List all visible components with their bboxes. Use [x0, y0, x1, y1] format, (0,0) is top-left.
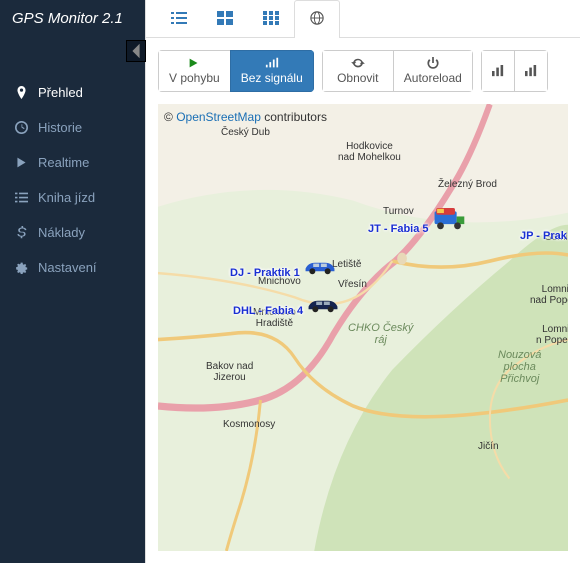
nav-history[interactable]: Historie [0, 110, 145, 145]
car-icon [306, 296, 340, 314]
vehicle-marker[interactable]: DHL - Fabia 4 [233, 294, 340, 317]
bar-chart-icon [491, 65, 505, 77]
pin-icon [14, 86, 28, 99]
power-icon [426, 57, 440, 69]
app-title: GPS Monitor 2.1 [0, 0, 145, 41]
autoreload-button[interactable]: Autoreload [393, 50, 473, 92]
main: V pohybu Bez signálu Obnovit Autoreload [145, 0, 580, 563]
filter-group: V pohybu Bez signálu [158, 50, 314, 92]
tab-grid-large[interactable] [202, 0, 248, 38]
nav-label: Historie [38, 120, 82, 135]
tab-grid-small[interactable] [248, 0, 294, 38]
refresh-group: Obnovit Autoreload [322, 50, 473, 92]
grid-small-icon [263, 11, 279, 25]
play-icon [187, 57, 201, 69]
nav-label: Přehled [38, 85, 83, 100]
nav-overview[interactable]: Přehled [0, 75, 145, 110]
nav: Přehled Historie Realtime Kniha jízd Nák… [0, 75, 145, 285]
nav-label: Nastavení [38, 260, 97, 275]
map-canvas[interactable]: © OpenStreetMap contributors Český Dub H… [158, 104, 568, 551]
sidebar: GPS Monitor 2.1 Přehled Historie Realtim… [0, 0, 145, 563]
vehicle-marker[interactable]: JP - Prak [520, 219, 568, 242]
view-tabs [146, 0, 580, 38]
map-town-label: Bakov nadJizerou [206, 361, 253, 383]
nav-realtime[interactable]: Realtime [0, 145, 145, 180]
map-region-label: CHKO Českýráj [348, 322, 413, 346]
nav-label: Náklady [38, 225, 85, 240]
nav-costs[interactable]: Náklady [0, 215, 145, 250]
filter-moving-button[interactable]: V pohybu [158, 50, 231, 92]
collapse-sidebar-button[interactable] [126, 40, 146, 62]
refresh-button[interactable]: Obnovit [322, 50, 394, 92]
map-town-label: Kosmonosy [223, 419, 275, 430]
chevron-left-icon [127, 42, 145, 60]
chart-group [481, 50, 548, 92]
vehicle-marker[interactable]: DJ - Praktik 1 [230, 256, 337, 279]
btn-label: Obnovit [337, 71, 378, 85]
tab-map[interactable] [294, 0, 340, 38]
chart2-button[interactable] [514, 50, 548, 92]
map-town-label: Železný Brod [438, 179, 497, 190]
truck-icon [432, 206, 466, 232]
globe-icon [309, 11, 325, 25]
toolbar: V pohybu Bez signálu Obnovit Autoreload [146, 38, 580, 104]
bar-chart-icon [524, 65, 538, 77]
list-icon [14, 191, 28, 204]
btn-label: Autoreload [404, 71, 462, 85]
nav-logbook[interactable]: Kniha jízd [0, 180, 145, 215]
map-region-label: NouzováplochaPřichvoj [498, 349, 541, 385]
btn-label: Bez signálu [241, 71, 303, 85]
map-attribution: © OpenStreetMap contributors [164, 110, 327, 124]
nav-label: Kniha jízd [38, 190, 95, 205]
btn-label: V pohybu [169, 71, 220, 85]
tab-list[interactable] [156, 0, 202, 38]
map-town-label: Lomnicenad Popelkou [530, 284, 568, 306]
car-icon [303, 258, 337, 276]
vehicle-label: DHL - Fabia 4 [233, 305, 303, 317]
play-icon [14, 156, 28, 169]
grid-large-icon [217, 11, 233, 25]
osm-link[interactable]: OpenStreetMap [176, 110, 261, 124]
vehicle-marker[interactable]: JT - Fabia 5 [368, 204, 466, 235]
map-town-label: Vřesín [338, 279, 367, 290]
map-town-label: Jičín [478, 441, 499, 452]
chart1-button[interactable] [481, 50, 515, 92]
dollar-icon [14, 226, 28, 239]
list-icon [171, 11, 187, 25]
nav-label: Realtime [38, 155, 89, 170]
refresh-icon [351, 57, 365, 69]
map-town-label: Hodkovicenad Mohelkou [338, 141, 401, 163]
clock-icon [14, 121, 28, 134]
map-town-label: Lomnicen Popelkou [536, 324, 568, 346]
gear-icon [14, 261, 28, 274]
nav-settings[interactable]: Nastavení [0, 250, 145, 285]
filter-nosignal-button[interactable]: Bez signálu [230, 50, 314, 92]
vehicle-label: JT - Fabia 5 [368, 223, 429, 235]
signal-icon [265, 57, 279, 69]
vehicle-label: JP - Prak [520, 230, 567, 242]
vehicle-label: DJ - Praktik 1 [230, 267, 300, 279]
map-town-label: Český Dub [221, 127, 270, 138]
